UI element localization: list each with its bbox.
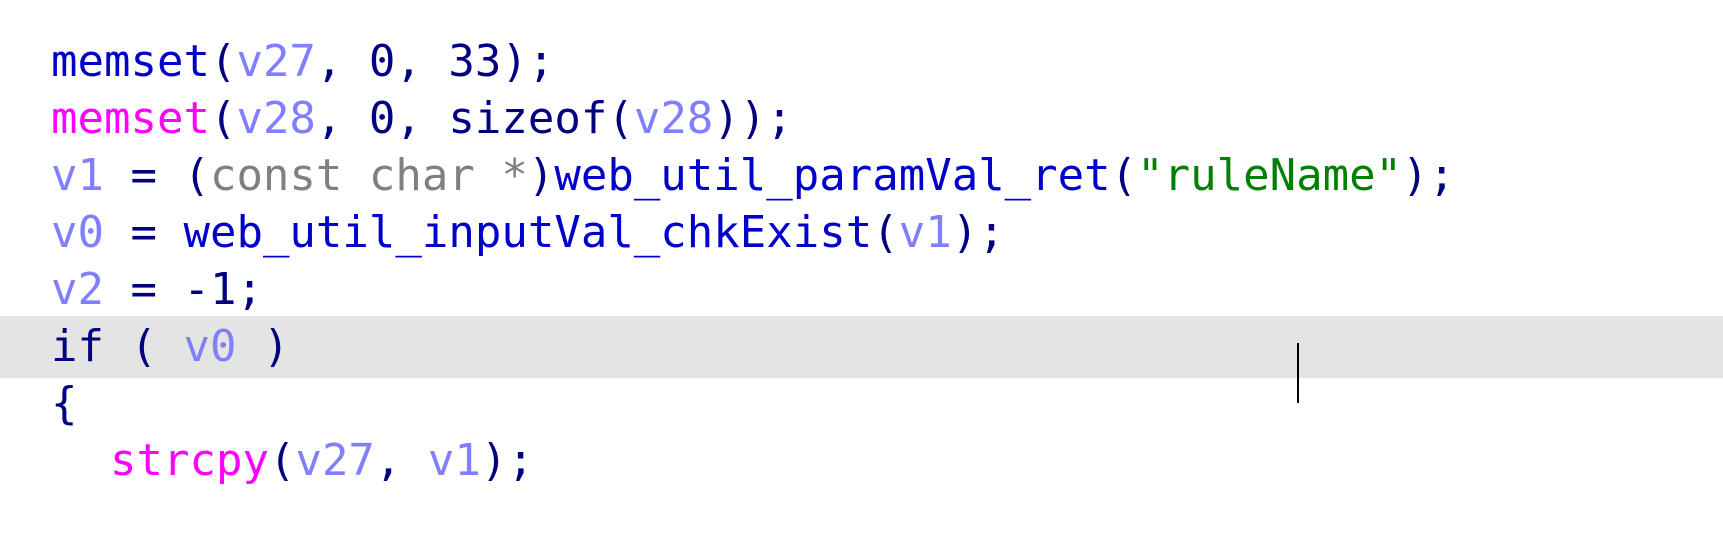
code-line[interactable]: v2 = -1; (0, 259, 1723, 321)
code-line-text: if ( v0 ) (51, 316, 289, 378)
code-token-fn[interactable]: web_util_inputVal_chkExist (183, 207, 872, 258)
code-token-punc: , (374, 435, 428, 486)
code-token-var[interactable]: v2 (51, 264, 104, 315)
code-line-text: { (51, 373, 78, 435)
text-cursor (1297, 343, 1299, 403)
code-line[interactable]: v1 = (const char *)web_util_paramVal_ret… (0, 145, 1723, 207)
code-token-lib[interactable]: memset (51, 93, 210, 144)
code-token-punc: ( (1110, 150, 1138, 201)
code-line-text: memset(v27, 0, 33); (51, 31, 554, 93)
code-token-var[interactable]: v27 (236, 36, 315, 87)
code-line[interactable]: { (0, 373, 1723, 435)
code-token-punc: = ( (103, 150, 210, 201)
code-line[interactable]: strcpy(v27, v1); (0, 430, 1723, 492)
code-token-punc: ); (951, 207, 1005, 258)
code-token-punc: ( (209, 36, 237, 87)
code-line-text: v0 = web_util_inputVal_chkExist(v1); (51, 202, 1005, 264)
code-line[interactable]: memset(v27, 0, 33); (0, 31, 1723, 93)
code-token-punc: , 0, 33); (315, 36, 555, 87)
code-token-punc: ) (236, 321, 290, 372)
code-token-punc: , 0, sizeof( (315, 93, 634, 144)
code-token-var[interactable]: v28 (634, 93, 713, 144)
code-token-str: "ruleName" (1137, 150, 1403, 201)
code-token-punc: { (51, 378, 78, 429)
code-token-var[interactable]: v1 (428, 435, 481, 486)
code-token-punc: ( (268, 435, 296, 486)
code-token-var[interactable]: v28 (236, 93, 315, 144)
code-token-punc: ( (103, 321, 184, 372)
code-token-var[interactable]: v1 (899, 207, 952, 258)
code-token-kw: if (51, 321, 104, 372)
code-line[interactable]: v0 = web_util_inputVal_chkExist(v1); (0, 202, 1723, 264)
code-line-text: v1 = (const char *)web_util_paramVal_ret… (51, 145, 1455, 207)
code-token-punc: ); (1402, 150, 1456, 201)
code-token-punc: ( (209, 93, 237, 144)
code-token-punc: ); (480, 435, 534, 486)
code-line-current[interactable]: if ( v0 ) (0, 316, 1723, 378)
code-token-var[interactable]: v0 (51, 207, 104, 258)
code-line-text: memset(v28, 0, sizeof(v28)); (51, 88, 793, 150)
code-token-punc: = (103, 207, 184, 258)
code-token-var[interactable]: v1 (51, 150, 104, 201)
code-line[interactable]: memset(v28, 0, sizeof(v28)); (0, 88, 1723, 150)
code-token-punc: = -1; (103, 264, 263, 315)
code-editor[interactable]: memset(v27, 0, 33); memset(v28, 0, sizeof… (0, 0, 1723, 549)
code-token-var[interactable]: v27 (295, 435, 374, 486)
code-token-fn[interactable]: web_util_paramVal_ret (554, 150, 1110, 201)
code-token-punc: ) (527, 150, 555, 201)
code-line-text: strcpy(v27, v1); (110, 430, 534, 492)
code-token-punc: )); (713, 93, 793, 144)
code-line-text: v2 = -1; (51, 259, 263, 321)
code-token-punc: ( (872, 207, 899, 258)
code-token-fn[interactable]: memset (51, 36, 210, 87)
code-token-type: const char * (209, 150, 528, 201)
code-token-lib[interactable]: strcpy (110, 435, 269, 486)
code-token-var[interactable]: v0 (183, 321, 236, 372)
